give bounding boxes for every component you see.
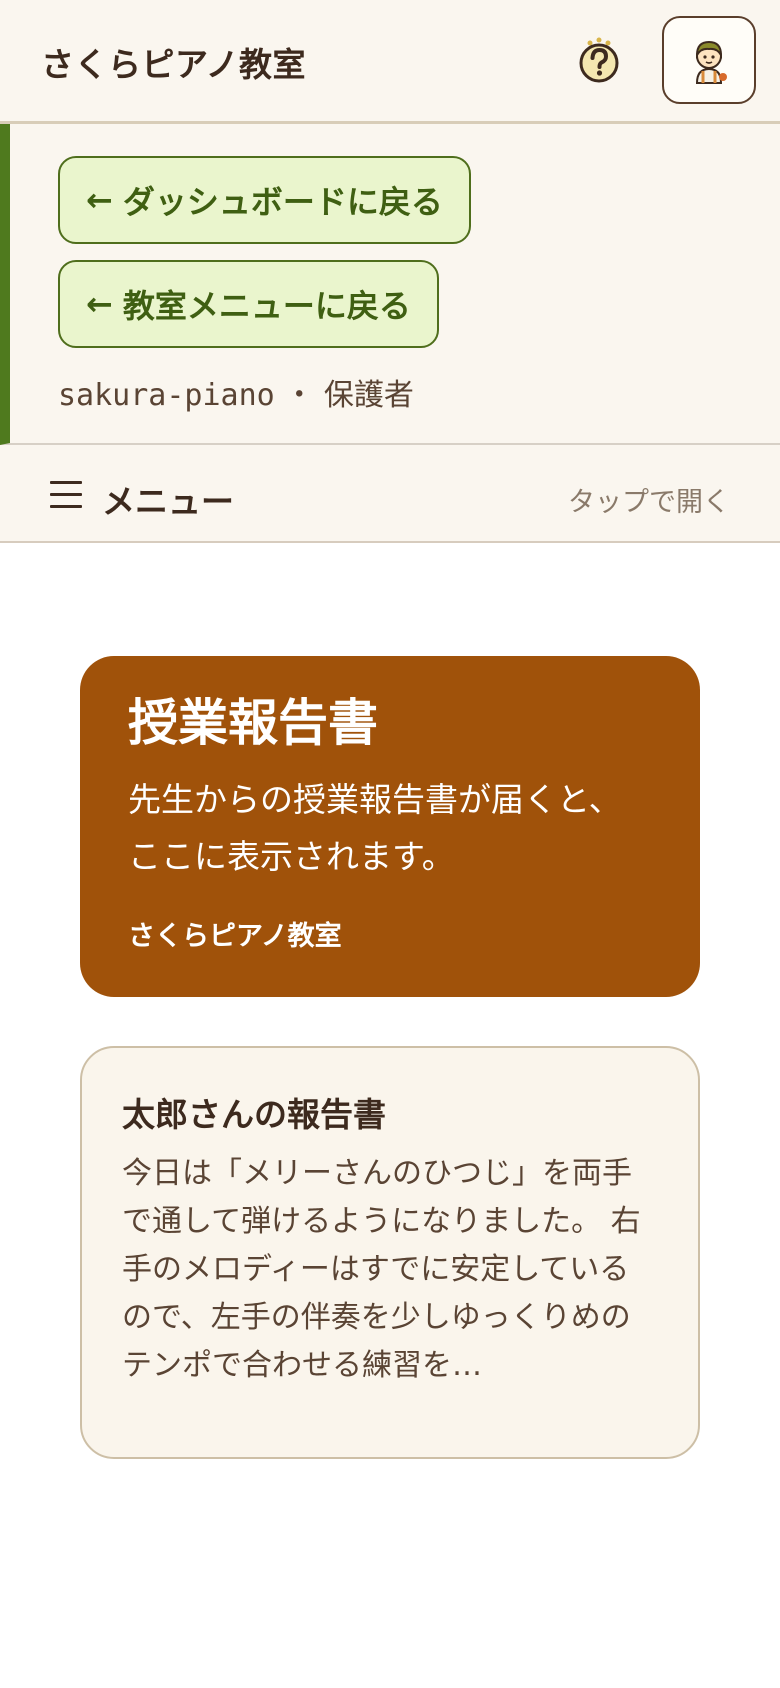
app-header: さくらピアノ教室	[0, 0, 780, 124]
user-role: 保護者	[323, 378, 414, 413]
back-to-classroom-menu-button[interactable]: ← 教室メニューに戻る	[58, 260, 439, 348]
help-button[interactable]	[576, 36, 622, 86]
hero-description: 先生からの授業報告書が届くと、ここに表示されます。	[128, 780, 622, 876]
context-separator: ・	[274, 378, 324, 413]
report-excerpt: 今日は「メリーさんのひつじ」を両手で通して弾けるようになりました。 右手のメロデ…	[122, 1156, 641, 1383]
back-to-classroom-menu-label: 教室メニューに戻る	[122, 287, 411, 325]
report-title: 太郎さんの報告書	[122, 1095, 386, 1134]
menu-toggle[interactable]: メニュー タップで開く	[0, 445, 780, 543]
hero-title: 授業報告書	[128, 694, 378, 752]
back-to-dashboard-button[interactable]: ← ダッシュボードに戻る	[58, 156, 471, 244]
arrow-left-icon: ←	[86, 285, 113, 323]
context-panel: ← ダッシュボードに戻る ← 教室メニューに戻る sakura-piano ・ …	[0, 124, 780, 445]
avatar-button[interactable]	[662, 16, 756, 104]
context-info: sakura-piano ・ 保護者	[58, 370, 414, 414]
hamburger-icon	[50, 481, 82, 509]
help-question-icon	[579, 37, 619, 83]
app-title: さくらピアノ教室	[41, 45, 307, 84]
school-id: sakura-piano	[58, 378, 275, 413]
hero-card: 授業報告書 先生からの授業報告書が届くと、ここに表示されます。 さくらピアノ教室	[80, 656, 700, 997]
menu-label: メニュー	[102, 482, 234, 521]
back-to-dashboard-label: ダッシュボードに戻る	[122, 183, 443, 221]
arrow-left-icon: ←	[86, 181, 113, 219]
hero-school-name: さくらピアノ教室	[128, 921, 342, 952]
avatar-icon	[695, 40, 727, 84]
menu-hint: タップで開く	[568, 487, 730, 518]
report-card[interactable]: 太郎さんの報告書 今日は「メリーさんのひつじ」を両手で通して弾けるようになりまし…	[80, 1046, 700, 1459]
